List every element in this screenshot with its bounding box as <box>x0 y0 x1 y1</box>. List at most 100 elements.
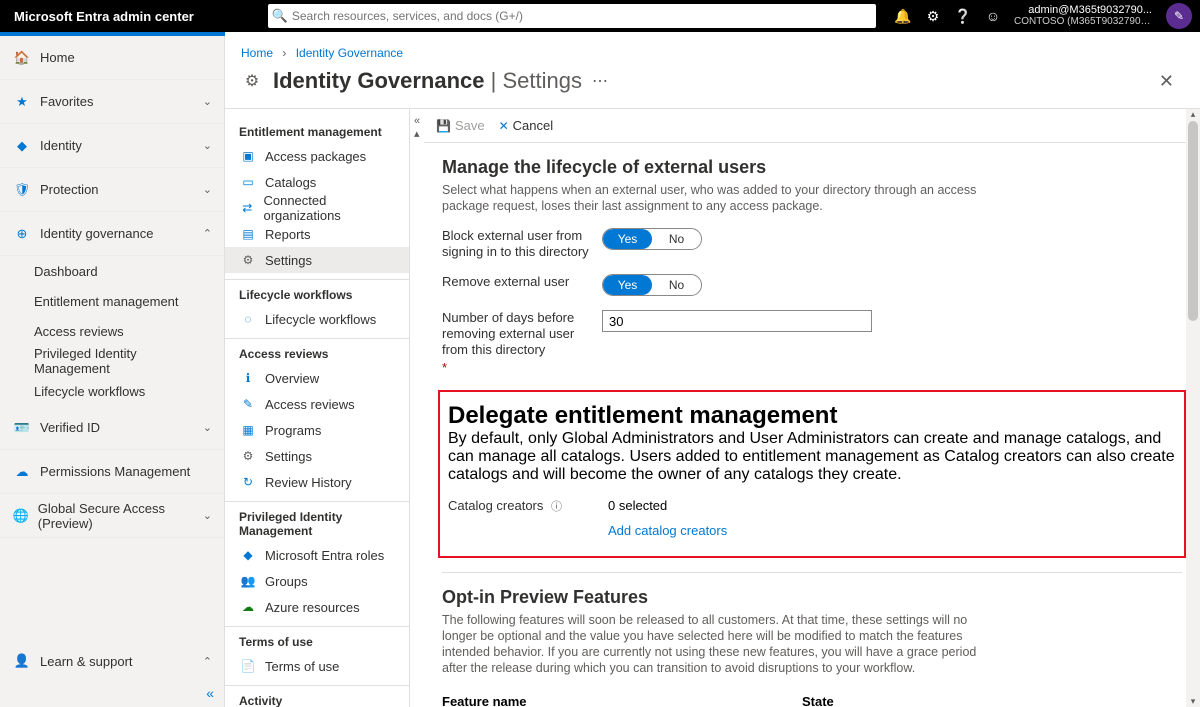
innernav-tou[interactable]: 📄Terms of use <box>225 653 409 679</box>
innernav-azure-res[interactable]: ☁Azure resources <box>225 594 409 620</box>
leftnav-label: Favorites <box>40 94 93 109</box>
leftnav-label: Entitlement management <box>34 294 179 309</box>
leftnav-dashboard[interactable]: Dashboard <box>0 256 224 286</box>
toggle-yes[interactable]: Yes <box>603 275 652 295</box>
brand-title: Microsoft Entra admin center <box>0 9 208 24</box>
row-label-text: Number of days before removing external … <box>442 310 574 357</box>
save-label: Save <box>455 118 485 133</box>
innernav-ar-settings[interactable]: ⚙ Settings <box>225 443 409 469</box>
leftnav-home[interactable]: 🏠Home <box>0 36 224 80</box>
home-icon: 🏠 <box>12 50 32 66</box>
innernav-label: Programs <box>265 423 321 438</box>
catalog-creators-value: 0 selected <box>608 498 727 513</box>
innernav-settings[interactable]: ⚙Settings <box>225 247 409 273</box>
innernav-review-history[interactable]: ↻Review History <box>225 469 409 495</box>
collapse-innernav-icon[interactable]: «▴ <box>410 109 424 707</box>
more-actions-icon[interactable]: ⋯ <box>592 71 608 91</box>
innernav-label: Settings <box>265 449 312 464</box>
chevron-up-icon: ⌃ <box>203 227 212 240</box>
row-label: Remove external user <box>442 274 602 290</box>
page-title: Identity Governance | Settings <box>273 68 582 94</box>
leftnav-access-reviews[interactable]: Access reviews <box>0 316 224 346</box>
leftnav-identity[interactable]: ◆Identity⌄ <box>0 124 224 168</box>
top-bar: Microsoft Entra admin center 🔍 🔔 ⚙ ❔ ☺ a… <box>0 0 1200 32</box>
row-label: Catalog creators ⓘ <box>448 498 608 515</box>
leftnav-permissions[interactable]: ☁Permissions Management <box>0 450 224 494</box>
doc-icon: 📄 <box>239 659 257 673</box>
info-icon: ℹ <box>239 371 257 385</box>
notifications-icon[interactable]: 🔔 <box>888 0 918 32</box>
innernav-group-accessreviews: Access reviews <box>225 338 409 365</box>
leftnav-label: Identity governance <box>40 226 153 241</box>
input-days[interactable] <box>602 310 872 332</box>
person-icon: 👤 <box>12 653 32 669</box>
badge-icon: 🪪 <box>12 420 32 436</box>
global-search[interactable]: 🔍 <box>268 4 876 28</box>
gear-icon: ⚙ <box>239 449 257 463</box>
help-icon[interactable]: ❔ <box>948 0 978 32</box>
cancel-button[interactable]: ✕ Cancel <box>499 118 554 133</box>
toggle-no[interactable]: No <box>652 229 701 249</box>
breadcrumb-home[interactable]: Home <box>241 46 273 60</box>
leftnav-identity-governance[interactable]: ⊕Identity governance⌃ <box>0 212 224 256</box>
save-button[interactable]: 💾Save <box>436 118 485 133</box>
toggle-no[interactable]: No <box>652 275 701 295</box>
scroll-up-icon[interactable]: ▴ <box>1186 109 1200 120</box>
account-email: admin@M365t9032790... <box>1014 4 1152 16</box>
account-info[interactable]: admin@M365t9032790... CONTOSO (M365T9032… <box>1008 4 1158 28</box>
innernav-catalogs[interactable]: ▭Catalogs <box>225 169 409 195</box>
breadcrumb-current[interactable]: Identity Governance <box>296 46 403 60</box>
innernav-overview[interactable]: ℹ Overview <box>225 365 409 391</box>
section-title: Manage the lifecycle of external users <box>442 157 1182 178</box>
leftnav-label: Access reviews <box>34 324 124 339</box>
collapse-leftnav-icon[interactable]: « <box>206 685 214 701</box>
innernav-programs[interactable]: ▦Programs <box>225 417 409 443</box>
report-icon: ▤ <box>239 227 257 241</box>
scroll-thumb[interactable] <box>1188 121 1198 321</box>
leftnav-lifecycle[interactable]: Lifecycle workflows <box>0 376 224 406</box>
avatar[interactable]: ✎ <box>1166 3 1192 29</box>
leftnav-pim[interactable]: Privileged Identity Management <box>0 346 224 376</box>
global-search-input[interactable] <box>292 9 876 23</box>
innernav-lifecycle[interactable]: ◌Lifecycle workflows <box>225 306 409 332</box>
scroll-down-icon[interactable]: ▾ <box>1186 696 1200 707</box>
content-scrollbar[interactable]: ▴ ▾ <box>1186 109 1200 707</box>
innernav-access-packages[interactable]: ▣ Access packages <box>225 143 409 169</box>
col-feature-name: Feature name <box>442 694 802 707</box>
col-state: State <box>802 694 834 707</box>
feedback-icon[interactable]: ☺ <box>978 0 1008 32</box>
row-block-signin: Block external user from signing in to t… <box>442 228 1182 260</box>
innernav-reports[interactable]: ▤Reports <box>225 221 409 247</box>
innernav-entra-roles[interactable]: ◆Microsoft Entra roles <box>225 542 409 568</box>
leftnav-entitlement-management[interactable]: Entitlement management <box>0 286 224 316</box>
page-title-sub: Settings <box>502 68 582 93</box>
leftnav-favorites[interactable]: ★Favorites⌄ <box>0 80 224 124</box>
close-icon[interactable]: ✕ <box>1159 71 1174 92</box>
cancel-icon: ✕ <box>499 119 509 133</box>
toggle-yes[interactable]: Yes <box>603 229 652 249</box>
leftnav-protection[interactable]: 🛡Protection⌄ <box>0 168 224 212</box>
leftnav-label: Verified ID <box>40 420 100 435</box>
innernav-connected-orgs[interactable]: ⇄Connected organizations <box>225 195 409 221</box>
innernav-label: Overview <box>265 371 319 386</box>
toggle-block-signin[interactable]: Yes No <box>602 228 702 250</box>
gear-icon: ⚙ <box>239 253 257 267</box>
section-desc: The following features will soon be rele… <box>442 612 1002 676</box>
cancel-label: Cancel <box>513 118 553 133</box>
breadcrumb: Home › Identity Governance <box>225 36 1200 64</box>
innernav-access-reviews[interactable]: ✎Access reviews <box>225 391 409 417</box>
innernav-label: Access packages <box>265 149 366 164</box>
left-nav: 🏠Home ★Favorites⌄ ◆Identity⌄ 🛡Protection… <box>0 36 225 707</box>
add-catalog-creators-link[interactable]: Add catalog creators <box>608 523 727 538</box>
package-icon: ▣ <box>239 149 257 163</box>
settings-icon[interactable]: ⚙ <box>918 0 948 32</box>
toggle-remove-user[interactable]: Yes No <box>602 274 702 296</box>
leftnav-gsa[interactable]: 🌐Global Secure Access (Preview)⌄ <box>0 494 224 538</box>
leftnav-verified-id[interactable]: 🪪Verified ID⌄ <box>0 406 224 450</box>
innernav-label: Catalogs <box>265 175 316 190</box>
info-icon[interactable]: ⓘ <box>551 501 562 513</box>
innernav-groups[interactable]: 👥Groups <box>225 568 409 594</box>
content-area: 💾Save ✕ Cancel Manage the lifecycle of ex… <box>424 109 1200 707</box>
leftnav-learn[interactable]: 👤Learn & support⌃ <box>0 639 224 683</box>
innernav-label: Connected organizations <box>263 193 395 223</box>
